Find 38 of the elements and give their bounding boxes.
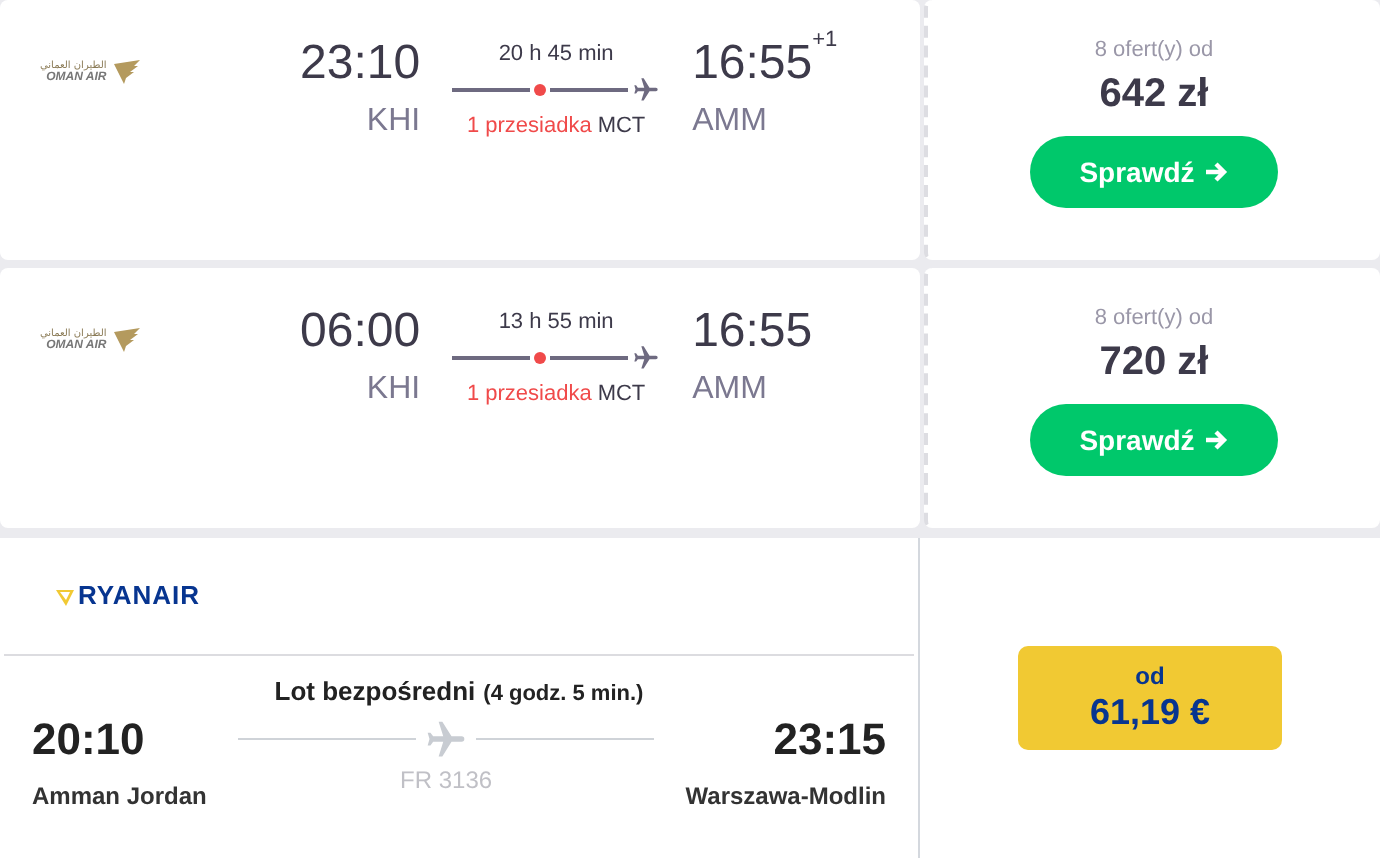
arrival-airport: AMM — [692, 370, 767, 410]
stops-label: 1 przesiadka — [466, 380, 592, 408]
arrival-time: 16:55 — [692, 36, 813, 92]
flight-type: Lot bezpośredni — [274, 674, 476, 710]
check-button[interactable]: Sprawdź — [1030, 404, 1278, 476]
plane-icon — [632, 344, 661, 372]
flight-number: FR 3136 — [400, 763, 493, 797]
check-button[interactable]: Sprawdź — [1030, 136, 1278, 208]
day-offset: +1 — [812, 28, 838, 52]
bird-wing-icon — [114, 60, 141, 84]
stopover-airport: MCT — [597, 112, 646, 140]
departure-time: 23:10 — [300, 36, 421, 92]
offers-count: 8 ofert(y) od — [1094, 304, 1214, 332]
airline-name: RYANAIR — [78, 578, 201, 615]
arrow-right-icon — [1204, 160, 1229, 184]
arrow-right-icon — [1204, 428, 1229, 452]
departure-city: Amman Jordan — [32, 779, 207, 813]
price: 61,19 € — [1089, 690, 1211, 734]
price: 720 zł — [1099, 338, 1209, 388]
departure-time: 20:10 — [32, 713, 145, 765]
flight-duration: (4 godz. 5 min.) — [483, 680, 644, 710]
bird-wing-icon — [114, 328, 141, 352]
arrival-city: Warszawa-Modlin — [685, 779, 886, 813]
plane-icon — [632, 76, 661, 104]
departure-airport: KHI — [366, 370, 421, 410]
price: 642 zł — [1099, 70, 1209, 120]
arrival-time: 23:15 — [773, 713, 886, 765]
plane-icon — [424, 717, 469, 761]
duration: 20 h 45 min — [498, 40, 614, 68]
stopover-airport: MCT — [597, 380, 646, 408]
departure-time: 06:00 — [300, 304, 421, 360]
offers-count: 8 ofert(y) od — [1094, 36, 1214, 64]
arrival-time: 16:55 — [692, 304, 813, 360]
arrival-airport: AMM — [692, 102, 767, 142]
stops-label: 1 przesiadka — [466, 112, 592, 140]
duration: 13 h 55 min — [498, 308, 614, 336]
price-label: od — [1135, 662, 1165, 690]
departure-airport: KHI — [366, 102, 421, 142]
